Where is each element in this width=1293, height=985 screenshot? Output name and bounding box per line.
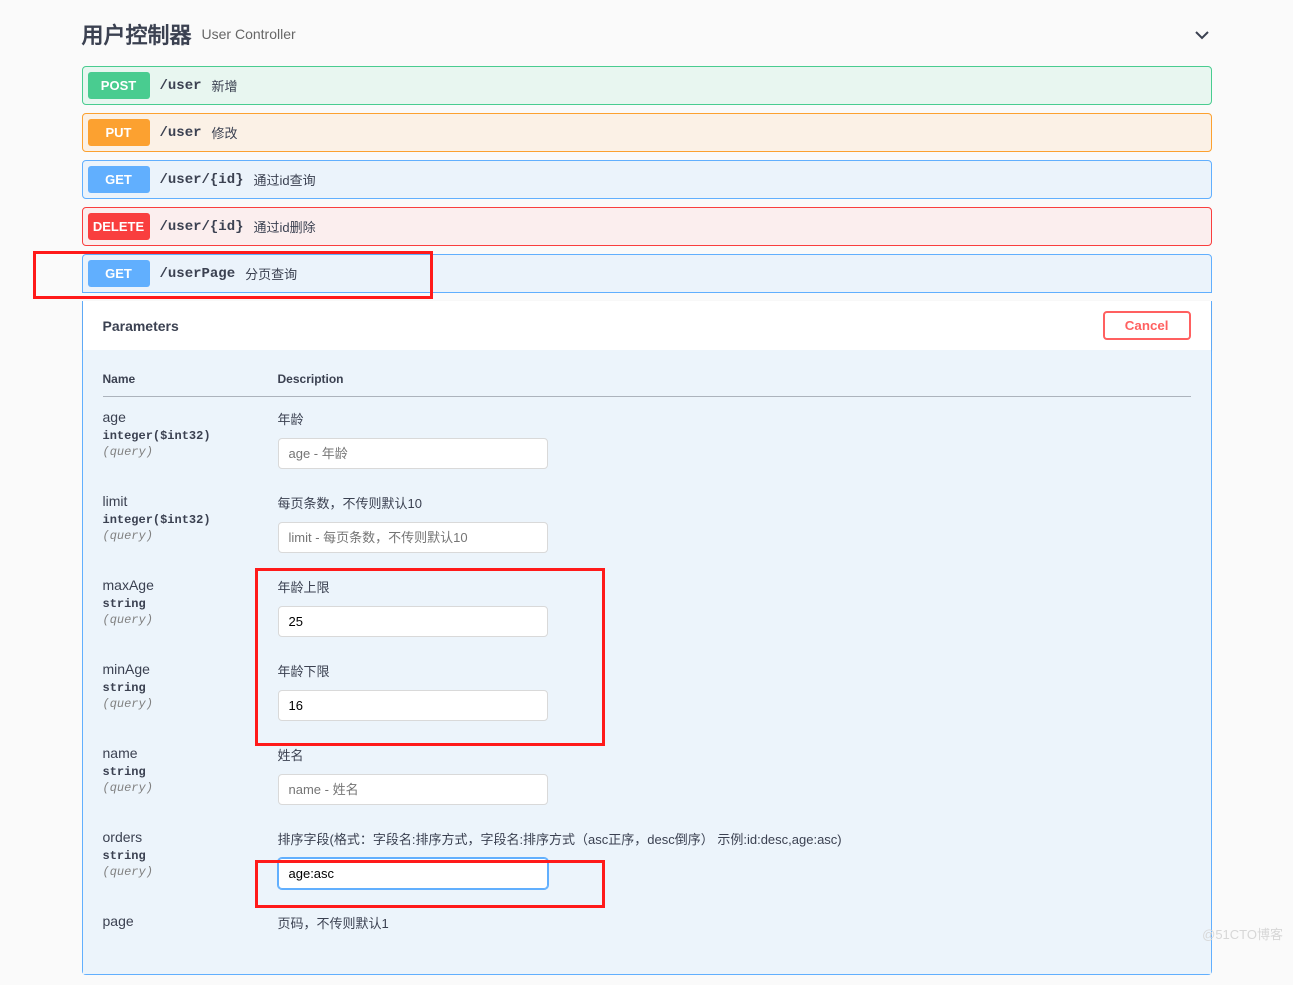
op-path: /userPage xyxy=(150,266,246,282)
parameters-title: Parameters xyxy=(103,318,179,334)
method-badge: DELETE xyxy=(88,213,150,240)
param-type: integer($int32) xyxy=(103,509,278,527)
op-desc: 分页查询 xyxy=(245,264,297,283)
watermark: @51CTO博客 xyxy=(1202,924,1283,943)
op-path: /user/{id} xyxy=(150,219,254,235)
op-path: /user xyxy=(150,125,212,141)
param-desc: 排序字段(格式：字段名:排序方式，字段名:排序方式（asc正序，desc倒序） … xyxy=(278,829,1191,848)
op-path: /user/{id} xyxy=(150,172,254,188)
param-name: maxAge xyxy=(103,577,154,593)
param-type: integer($int32) xyxy=(103,425,278,443)
param-row: limit integer($int32) (query) 每页条数，不传则默认… xyxy=(103,481,1191,565)
param-desc: 年龄上限 xyxy=(278,577,1191,596)
param-name: limit xyxy=(103,493,128,509)
param-in: (query) xyxy=(103,527,278,543)
param-desc: 年龄 xyxy=(278,409,1191,428)
operation-post-user[interactable]: POST /user 新增 xyxy=(82,66,1212,105)
param-input-maxage[interactable] xyxy=(278,606,548,637)
param-input-name[interactable] xyxy=(278,774,548,805)
tag-title: 用户控制器 xyxy=(82,18,192,50)
param-name: minAge xyxy=(103,661,150,677)
param-name: page xyxy=(103,913,134,929)
method-badge: GET xyxy=(88,260,150,287)
operation-get-user-id[interactable]: GET /user/{id} 通过id查询 xyxy=(82,160,1212,199)
op-desc: 通过id查询 xyxy=(254,170,316,189)
param-in: (query) xyxy=(103,443,278,459)
param-row: age integer($int32) (query) 年龄 xyxy=(103,397,1191,482)
param-type: string xyxy=(103,845,278,863)
param-desc: 页码，不传则默认1 xyxy=(278,913,1191,932)
param-row: page 页码，不传则默认1 xyxy=(103,901,1191,954)
param-type: string xyxy=(103,593,278,611)
param-in: (query) xyxy=(103,779,278,795)
method-badge: POST xyxy=(88,72,150,99)
operation-delete-user-id[interactable]: DELETE /user/{id} 通过id删除 xyxy=(82,207,1212,246)
param-input-orders[interactable] xyxy=(278,858,548,889)
op-desc: 通过id删除 xyxy=(254,217,316,236)
param-in: (query) xyxy=(103,863,278,879)
op-path: /user xyxy=(150,78,212,94)
param-row: orders string (query) 排序字段(格式：字段名:排序方式，字… xyxy=(103,817,1191,901)
col-name: Name xyxy=(103,360,278,397)
param-type: string xyxy=(103,761,278,779)
operation-body: Parameters Cancel Name Description xyxy=(82,301,1212,975)
param-row: maxAge string (query) 年龄上限 xyxy=(103,565,1191,649)
param-row: name string (query) 姓名 xyxy=(103,733,1191,817)
param-input-age[interactable] xyxy=(278,438,548,469)
cancel-button[interactable]: Cancel xyxy=(1103,311,1191,340)
tag-subtitle: User Controller xyxy=(202,26,296,42)
param-input-minage[interactable] xyxy=(278,690,548,721)
param-in: (query) xyxy=(103,695,278,711)
param-input-limit[interactable] xyxy=(278,522,548,553)
op-desc: 新增 xyxy=(212,76,238,95)
tag-header[interactable]: 用户控制器 User Controller xyxy=(82,10,1212,58)
param-row: minAge string (query) 年龄下限 xyxy=(103,649,1191,733)
chevron-down-icon[interactable] xyxy=(1192,24,1212,45)
op-desc: 修改 xyxy=(212,123,238,142)
method-badge: GET xyxy=(88,166,150,193)
param-type: string xyxy=(103,677,278,695)
param-in: (query) xyxy=(103,611,278,627)
param-desc: 每页条数，不传则默认10 xyxy=(278,493,1191,512)
param-name: name xyxy=(103,745,138,761)
operation-get-userpage[interactable]: GET /userPage 分页查询 xyxy=(82,254,1212,293)
param-name: orders xyxy=(103,829,143,845)
param-desc: 年龄下限 xyxy=(278,661,1191,680)
method-badge: PUT xyxy=(88,119,150,146)
param-name: age xyxy=(103,409,126,425)
col-desc: Description xyxy=(278,360,1191,397)
param-desc: 姓名 xyxy=(278,745,1191,764)
operation-put-user[interactable]: PUT /user 修改 xyxy=(82,113,1212,152)
